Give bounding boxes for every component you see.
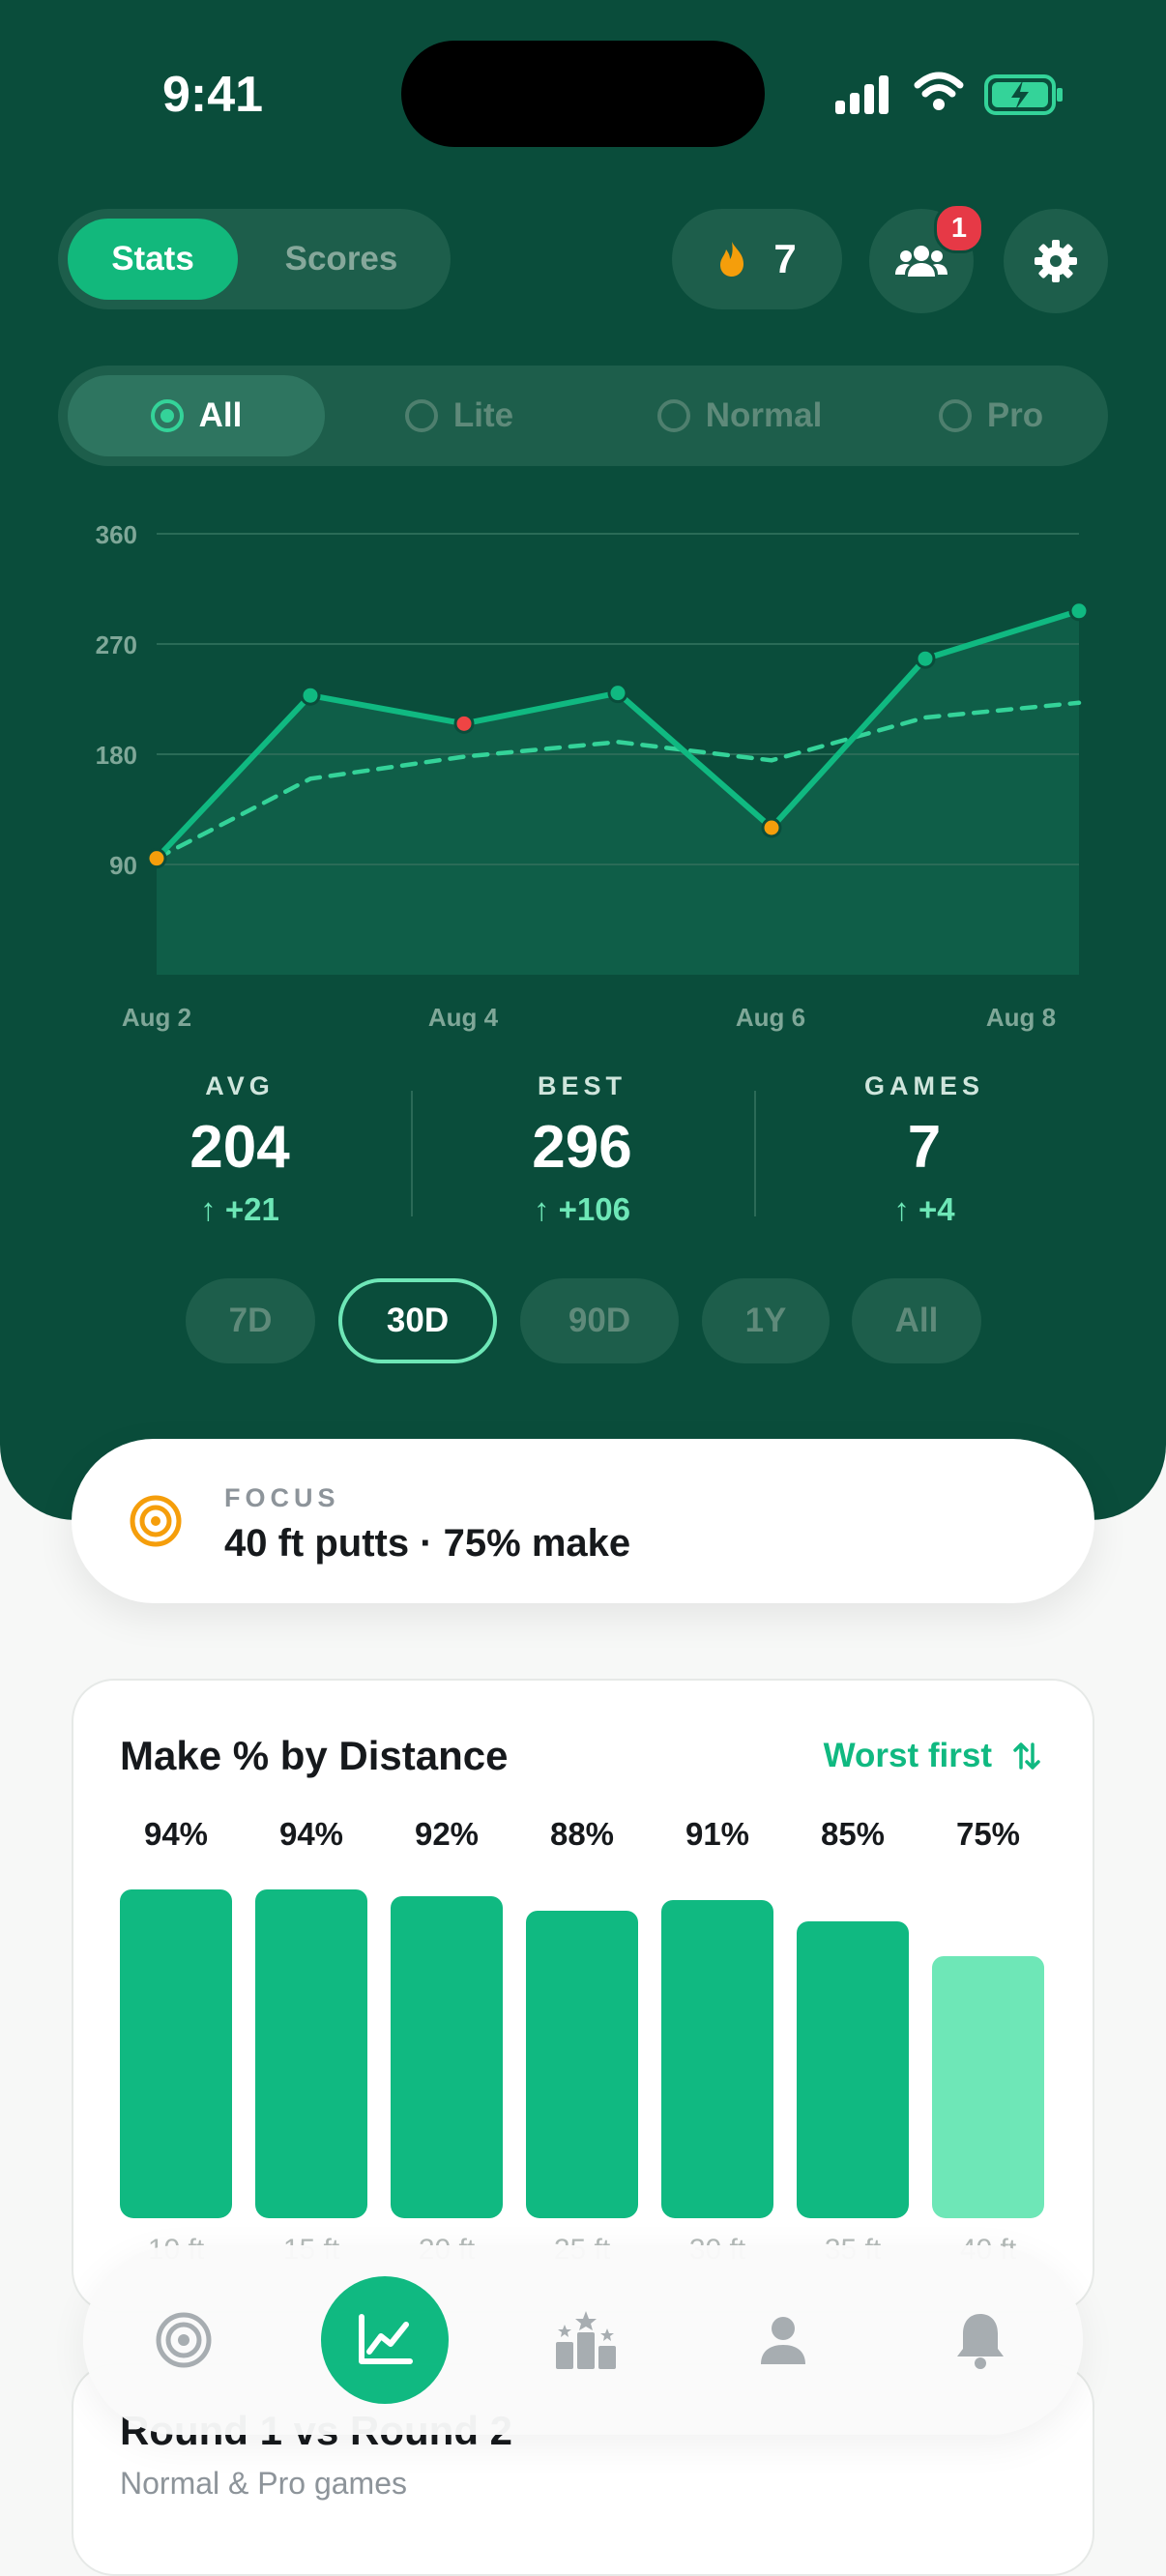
distance-bar[interactable] bbox=[797, 1920, 909, 2218]
tab-stats-nav[interactable] bbox=[321, 2276, 449, 2404]
stat-delta: ↑ +21 bbox=[200, 1191, 279, 1227]
range-7d[interactable]: 7D bbox=[186, 1278, 315, 1363]
x-tick-label: Aug 6 bbox=[736, 1003, 805, 1032]
bell-icon bbox=[957, 2314, 1004, 2369]
data-point bbox=[453, 713, 475, 734]
bar-value-label: 94% bbox=[143, 1816, 209, 1852]
stat-avg: AVG 204 ↑ +21 bbox=[104, 1071, 375, 1228]
data-point bbox=[146, 848, 167, 869]
chart-icon bbox=[359, 2314, 413, 2364]
tab-practice[interactable] bbox=[135, 2292, 232, 2388]
data-point bbox=[607, 683, 628, 704]
sort-button[interactable]: Worst first bbox=[824, 1737, 1040, 1775]
radio-icon bbox=[656, 399, 690, 432]
filter-normal[interactable]: Normal bbox=[599, 375, 880, 456]
bar-value-label: 75% bbox=[955, 1816, 1021, 1852]
streak-button[interactable]: 7 bbox=[672, 209, 842, 309]
stat-value: 296 bbox=[532, 1114, 632, 1181]
cellular-signal-icon bbox=[835, 75, 889, 114]
bar-value-label: 94% bbox=[278, 1816, 344, 1852]
status-time: 9:41 bbox=[162, 67, 264, 123]
stat-value: 7 bbox=[907, 1114, 942, 1181]
distance-bar[interactable] bbox=[526, 1910, 638, 2218]
tab-leaderboard[interactable] bbox=[538, 2292, 634, 2388]
radio-selected-icon bbox=[150, 399, 184, 432]
distance-bar[interactable] bbox=[661, 1899, 773, 2218]
flame-icon bbox=[720, 242, 744, 277]
card-title: Make % by Distance bbox=[120, 1733, 509, 1778]
wifi-icon bbox=[914, 72, 964, 110]
stat-label: BEST bbox=[537, 1071, 627, 1100]
radio-icon bbox=[938, 399, 972, 432]
gear-icon bbox=[1035, 240, 1077, 282]
tab-scores[interactable]: Scores bbox=[242, 219, 441, 300]
range-30d[interactable]: 30D bbox=[338, 1278, 497, 1363]
settings-button[interactable] bbox=[1004, 209, 1108, 313]
stat-divider bbox=[754, 1091, 756, 1216]
radio-icon bbox=[404, 399, 438, 432]
filter-pro[interactable]: Pro bbox=[889, 375, 1093, 456]
stat-best: BEST 296 ↑ +106 bbox=[447, 1071, 717, 1228]
tab-notifications[interactable] bbox=[932, 2292, 1029, 2388]
stat-games: GAMES 7 ↑ +4 bbox=[789, 1071, 1060, 1228]
distance-bar[interactable] bbox=[120, 1889, 232, 2218]
make-by-distance-card: Make % by Distance Worst first 94%10 ft9… bbox=[72, 1679, 1094, 2313]
x-tick-label: Aug 8 bbox=[986, 1003, 1056, 1032]
focus-text: 40 ft putts · 75% make bbox=[224, 1522, 631, 1565]
chart-area-fill bbox=[157, 610, 1079, 975]
bar-value-label: 85% bbox=[820, 1816, 886, 1852]
leaderboard-icon bbox=[556, 2311, 616, 2369]
stat-value: 204 bbox=[189, 1114, 290, 1181]
battery-charging-icon bbox=[984, 74, 1063, 115]
bar-value-label: 91% bbox=[685, 1816, 750, 1852]
filter-all[interactable]: All bbox=[68, 375, 325, 456]
stat-label: AVG bbox=[205, 1071, 275, 1100]
data-point bbox=[915, 648, 936, 669]
streak-count: 7 bbox=[773, 236, 797, 281]
bar-value-label: 92% bbox=[414, 1816, 480, 1852]
x-tick-label: Aug 4 bbox=[428, 1003, 499, 1032]
distance-bar[interactable] bbox=[391, 1896, 503, 2218]
dynamic-island bbox=[401, 41, 765, 147]
stat-divider bbox=[411, 1091, 413, 1216]
stat-label: GAMES bbox=[863, 1071, 984, 1100]
data-point bbox=[1068, 600, 1090, 622]
y-tick-label: 180 bbox=[96, 741, 137, 770]
filter-lite[interactable]: Lite bbox=[338, 375, 580, 456]
notification-badge: 1 bbox=[934, 203, 984, 253]
distance-bar[interactable] bbox=[932, 1955, 1044, 2218]
stat-delta: ↑ +4 bbox=[893, 1191, 955, 1227]
stat-delta: ↑ +106 bbox=[533, 1191, 630, 1227]
sort-arrows-icon bbox=[1013, 1742, 1040, 1770]
range-all[interactable]: All bbox=[852, 1278, 981, 1363]
target-icon bbox=[130, 1495, 182, 1547]
y-tick-label: 360 bbox=[96, 520, 137, 549]
data-point bbox=[300, 685, 321, 706]
y-tick-label: 90 bbox=[109, 851, 137, 880]
score-trend-chart: 90 180 270 360 Aug 2 Aug 4 Aug 6 Aug 8 bbox=[96, 520, 1090, 1032]
tab-profile[interactable] bbox=[735, 2292, 831, 2388]
range-1y[interactable]: 1Y bbox=[702, 1278, 830, 1363]
distance-bar[interactable] bbox=[255, 1889, 367, 2218]
target-icon bbox=[156, 2312, 212, 2368]
bar-value-label: 88% bbox=[549, 1816, 615, 1852]
view-toggle: Stats Scores bbox=[58, 209, 451, 309]
y-tick-label: 270 bbox=[96, 630, 137, 659]
range-90d[interactable]: 90D bbox=[520, 1278, 679, 1363]
bottom-tab-bar bbox=[83, 2245, 1083, 2435]
x-tick-label: Aug 2 bbox=[122, 1003, 191, 1032]
game-type-filter: All Lite Normal Pro bbox=[58, 366, 1108, 466]
card-subtitle: Normal & Pro games bbox=[120, 2466, 407, 2501]
focus-label: FOCUS bbox=[224, 1483, 340, 1512]
data-point bbox=[761, 817, 782, 838]
focus-card[interactable]: FOCUS 40 ft putts · 75% make bbox=[72, 1439, 1094, 1603]
profile-icon bbox=[761, 2317, 805, 2364]
tab-stats[interactable]: Stats bbox=[68, 219, 238, 300]
